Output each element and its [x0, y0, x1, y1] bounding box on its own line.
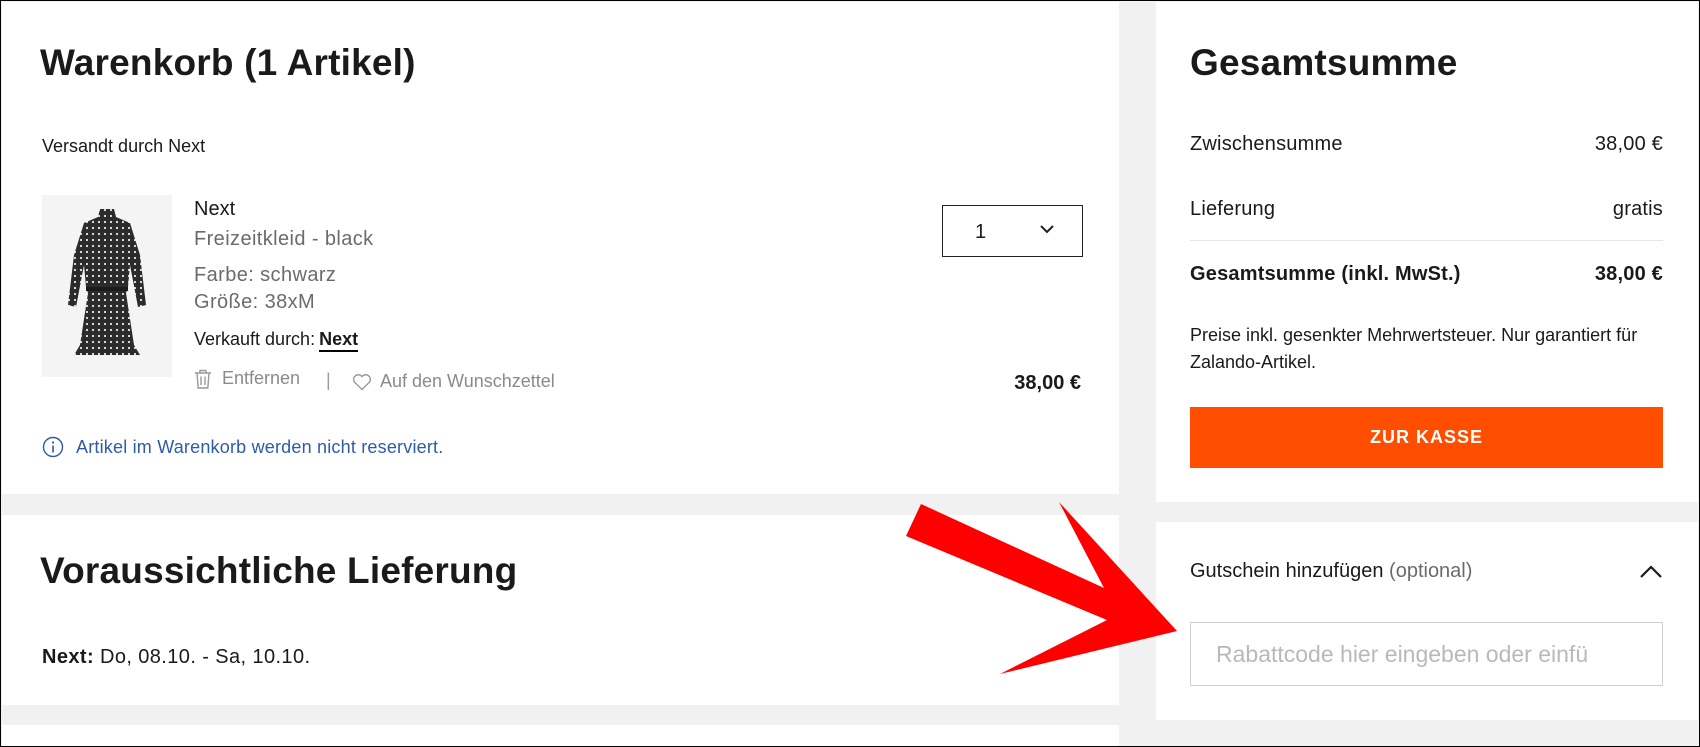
action-separator: | [326, 370, 331, 390]
shipped-by-text: Versandt durch Next [42, 136, 206, 156]
delivery-cost-row: Lieferung gratis [1190, 198, 1663, 221]
seller-link[interactable]: Next [319, 329, 359, 352]
delivery-seller: Next: [42, 646, 95, 668]
voucher-code-input[interactable] [1190, 622, 1663, 686]
sold-by: Verkauft durch: Next [194, 329, 359, 352]
cart-title: Warenkorb (1 Artikel) [40, 42, 416, 83]
total-row: Gesamtsumme (inkl. MwSt.) 38,00 € [1190, 263, 1663, 286]
remove-button[interactable]: Entfernen [194, 368, 300, 389]
quantity-value: 1 [975, 221, 987, 243]
tax-note: Preise inkl. gesenkter Mehrwertsteuer. N… [1190, 325, 1638, 372]
product-brand[interactable]: Next [194, 198, 235, 221]
delivery-cost-label: Lieferung [1190, 198, 1276, 220]
total-value: 38,00 € [1594, 263, 1663, 285]
chevron-down-icon [1040, 225, 1054, 234]
item-price: 38,00 € [1014, 372, 1081, 394]
next-section-card [2, 725, 1119, 747]
product-size: Größe: 38xM [194, 291, 316, 313]
summary-divider [1190, 240, 1663, 241]
trash-icon [195, 369, 211, 389]
product-image[interactable] [42, 195, 172, 377]
subtotal-value: 38,00 € [1594, 133, 1663, 155]
dress-image-icon [68, 209, 146, 355]
subtotal-label: Zwischensumme [1190, 133, 1343, 155]
delivery-title: Voraussichtliche Lieferung [40, 550, 518, 591]
heart-icon [352, 373, 372, 390]
delivery-cost-value: gratis [1612, 198, 1663, 220]
sold-by-label: Verkauft durch: [194, 329, 316, 349]
summary-title: Gesamtsumme [1190, 42, 1458, 83]
product-name[interactable]: Freizeitkleid - black [194, 228, 374, 251]
subtotal-row: Zwischensumme 38,00 € [1190, 133, 1663, 156]
total-label: Gesamtsumme (inkl. MwSt.) [1190, 263, 1461, 285]
info-note: Artikel im Warenkorb werden nicht reserv… [42, 436, 443, 458]
checkout-button[interactable]: ZUR KASSE [1190, 407, 1663, 468]
wishlist-button[interactable]: Auf den Wunschzettel [352, 371, 555, 392]
voucher-toggle[interactable]: Gutschein hinzufügen (optional) [1190, 560, 1663, 583]
quantity-select[interactable]: 1 [942, 205, 1083, 257]
voucher-heading: Gutschein hinzufügen (optional) [1190, 560, 1472, 583]
info-icon [42, 436, 64, 458]
delivery-dates: Do, 08.10. - Sa, 10.10. [99, 646, 311, 668]
chevron-up-icon [1640, 564, 1662, 578]
voucher-card: Gutschein hinzufügen (optional) [1156, 522, 1698, 720]
info-note-text: Artikel im Warenkorb werden nicht reserv… [76, 436, 444, 457]
summary-card: Gesamtsumme Zwischensumme 38,00 € Liefer… [1156, 2, 1698, 502]
voucher-optional-text: (optional) [1389, 560, 1473, 582]
voucher-label: Gutschein hinzufügen [1190, 560, 1384, 582]
annotation-arrow-icon [906, 502, 1177, 674]
remove-label: Entfernen [222, 368, 301, 388]
wishlist-label: Auf den Wunschzettel [380, 371, 555, 391]
cart-card: Warenkorb (1 Artikel) Versandt durch Nex… [2, 2, 1119, 494]
delivery-estimate: Next: Do, 08.10. - Sa, 10.10. [42, 646, 310, 669]
product-color: Farbe: schwarz [194, 264, 337, 286]
